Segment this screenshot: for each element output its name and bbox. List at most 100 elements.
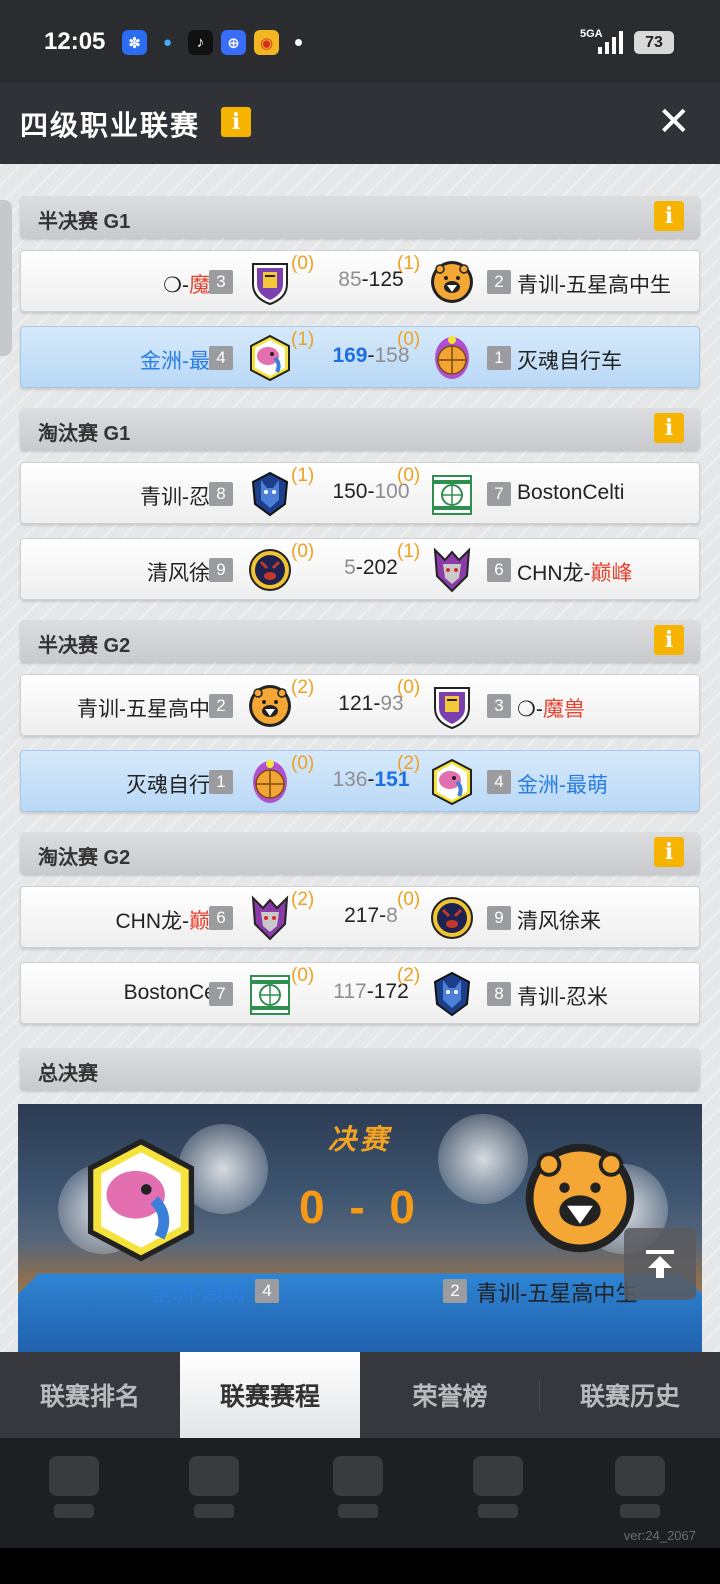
ghost-nav-item bbox=[330, 1456, 386, 1526]
close-button[interactable]: ✕ bbox=[657, 102, 691, 142]
right-seed-badge: 8 bbox=[487, 982, 511, 1006]
tab-label: 联赛排名 bbox=[39, 1383, 140, 1411]
score-separator: - bbox=[361, 268, 369, 291]
right-team-name-prefix: 金洲-最萌 bbox=[517, 774, 608, 797]
left-series-wins: (1) bbox=[291, 329, 315, 350]
back-to-top-button[interactable] bbox=[624, 1228, 696, 1300]
dragon-logo bbox=[429, 546, 475, 594]
right-team-name-main: 灭魂自行车 bbox=[517, 350, 622, 373]
right-team-name[interactable]: BostonCelti bbox=[517, 481, 624, 505]
version-label: ver:24_2067 bbox=[623, 1528, 696, 1543]
boar-logo bbox=[247, 546, 293, 594]
right-team-name-main: 青训-忍米 bbox=[517, 986, 608, 1009]
knight-logo bbox=[247, 258, 293, 306]
match-row[interactable]: 金洲-最萌 4 (1) 169-158 (0) 1 灭魂自行车 bbox=[20, 326, 700, 388]
right-score: 202 bbox=[362, 556, 398, 579]
baidu-icon: ✽ bbox=[122, 30, 147, 55]
left-seed-badge: 1 bbox=[209, 770, 233, 794]
left-score: 217 bbox=[344, 904, 380, 927]
clock: 12:05 bbox=[44, 28, 106, 55]
right-team-name[interactable]: CHN龙-巅峰 bbox=[517, 557, 633, 587]
section-header-final: 总决赛 bbox=[20, 1048, 700, 1090]
left-seed-badge: 6 bbox=[209, 906, 233, 930]
left-team-name[interactable]: 青训-五星高中生 bbox=[77, 693, 231, 723]
score-separator: - bbox=[367, 768, 375, 791]
final-left-team[interactable]: 金洲-最萌 bbox=[150, 1276, 245, 1308]
info-icon[interactable]: i bbox=[654, 413, 684, 443]
info-icon[interactable]: i bbox=[654, 201, 684, 231]
bear-logo bbox=[247, 682, 293, 730]
section-title: 半决赛 G2 bbox=[38, 635, 131, 657]
right-team-name[interactable]: 金洲-最萌 bbox=[517, 769, 608, 799]
right-series-wins: (1) bbox=[397, 253, 421, 274]
match-row[interactable]: CHN龙-巅峰6(2)217-8(0)9清风徐来 bbox=[20, 886, 700, 948]
boar-logo bbox=[429, 894, 475, 942]
wolf-logo bbox=[429, 970, 475, 1018]
left-series-wins: (0) bbox=[291, 965, 315, 986]
info-icon[interactable]: i bbox=[654, 837, 684, 867]
schedule-content[interactable]: 半决赛 G1i❍-魔兽3(0)85-125(1)2青训-五星高中生金洲-最萌4(… bbox=[0, 164, 720, 1352]
right-team-name[interactable]: 青训-五星高中生 bbox=[517, 269, 671, 299]
right-seed-badge: 9 bbox=[487, 906, 511, 930]
qq-icon: ● bbox=[162, 34, 173, 51]
right-team-name-main: 魔兽 bbox=[542, 698, 585, 721]
signal-icon bbox=[598, 30, 623, 54]
tab-label: 联赛历史 bbox=[579, 1383, 680, 1411]
right-team-name[interactable]: 清风徐来 bbox=[517, 905, 601, 935]
ghost-nav-item bbox=[186, 1456, 242, 1526]
arrow-up-icon bbox=[646, 1250, 674, 1278]
right-seed-badge: 1 bbox=[487, 346, 511, 370]
match-row[interactable]: ❍-魔兽3(0)85-125(1)2青训-五星高中生 bbox=[20, 250, 700, 312]
right-team-name[interactable]: 灭魂自行车 bbox=[517, 345, 622, 375]
tab-honors[interactable]: 荣誉榜 bbox=[360, 1352, 540, 1438]
left-series-wins: (2) bbox=[291, 677, 315, 698]
bottom-nav-ghost bbox=[0, 1438, 720, 1548]
match-row[interactable]: 青训-忍米 8 (1) 150-100 (0) 7 BostonCelti bbox=[20, 462, 700, 524]
system-nav-strip bbox=[0, 1548, 720, 1584]
ghost-nav-item bbox=[612, 1456, 668, 1526]
match-row[interactable]: 灭魂自行车 1 (0) 136-151 (2) 4 金洲-最萌 bbox=[20, 750, 700, 812]
right-team-name-main: 巅峰 bbox=[590, 562, 633, 585]
tab-ranking[interactable]: 联赛排名 bbox=[0, 1352, 180, 1438]
match-row[interactable]: BostonCelti 7 (0) 117-172 (2) 8 青训-忍米 bbox=[20, 962, 700, 1024]
left-score: 117 bbox=[333, 980, 367, 1003]
right-team-name[interactable]: 青训-忍米 bbox=[517, 981, 608, 1011]
more-notifications-dot bbox=[295, 39, 302, 46]
left-team-name-prefix: CHN龙- bbox=[115, 910, 190, 933]
tab-label: 联赛赛程 bbox=[219, 1383, 320, 1411]
score-separator: - bbox=[367, 480, 375, 503]
info-icon[interactable]: i bbox=[221, 107, 251, 137]
final-card[interactable]: 决赛 0 - 0 金洲-最萌 4 2 青训-五星高中生 bbox=[18, 1104, 702, 1352]
status-bar: 12:05 ✽ ● ♪ ⊕ ◉ 5GA 73 bbox=[0, 0, 720, 82]
tab-history[interactable]: 联赛历史 bbox=[540, 1352, 720, 1438]
knight-logo bbox=[429, 682, 475, 730]
right-team-name[interactable]: ❍-魔兽 bbox=[517, 693, 585, 723]
right-team-name-prefix: ❍- bbox=[517, 698, 543, 721]
left-score: 121 bbox=[338, 692, 374, 715]
elephant-logo bbox=[247, 334, 293, 382]
page-title: 四级职业联赛 bbox=[20, 110, 201, 141]
left-score: 150 bbox=[332, 480, 368, 503]
right-team-name-main: 青训-五星高中生 bbox=[517, 274, 671, 297]
match-row[interactable]: 清风徐来 9 (0) 5-202 (1) 6 CHN龙-巅峰 bbox=[20, 538, 700, 600]
left-seed-badge: 3 bbox=[209, 270, 233, 294]
tab-schedule[interactable]: 联赛赛程 bbox=[180, 1352, 360, 1438]
ghost-nav-item bbox=[470, 1456, 526, 1526]
right-series-wins: (0) bbox=[397, 677, 421, 698]
section-header: 淘汰赛 G2 i bbox=[20, 832, 700, 874]
battery-icon: 73 bbox=[634, 31, 674, 54]
right-team-name-prefix: CHN龙- bbox=[517, 562, 591, 585]
match-row[interactable]: 青训-五星高中生 2 (2) 121-93 (0) 3 ❍-魔兽 bbox=[20, 674, 700, 736]
ball-logo bbox=[247, 758, 293, 806]
info-icon[interactable]: i bbox=[654, 625, 684, 655]
celtic-logo bbox=[247, 970, 293, 1018]
score-separator: - bbox=[366, 980, 374, 1003]
section-title: 淘汰赛 G1 bbox=[38, 423, 131, 445]
right-series-wins: (0) bbox=[397, 465, 421, 486]
section-title: 总决赛 bbox=[38, 1063, 98, 1085]
final-right-team[interactable]: 青训-五星高中生 bbox=[476, 1276, 637, 1308]
tab-label: 荣誉榜 bbox=[412, 1383, 488, 1411]
section-header: 半决赛 G2 i bbox=[20, 620, 700, 662]
left-team-name-prefix: ❍- bbox=[163, 274, 189, 297]
right-series-wins: (2) bbox=[397, 965, 421, 986]
